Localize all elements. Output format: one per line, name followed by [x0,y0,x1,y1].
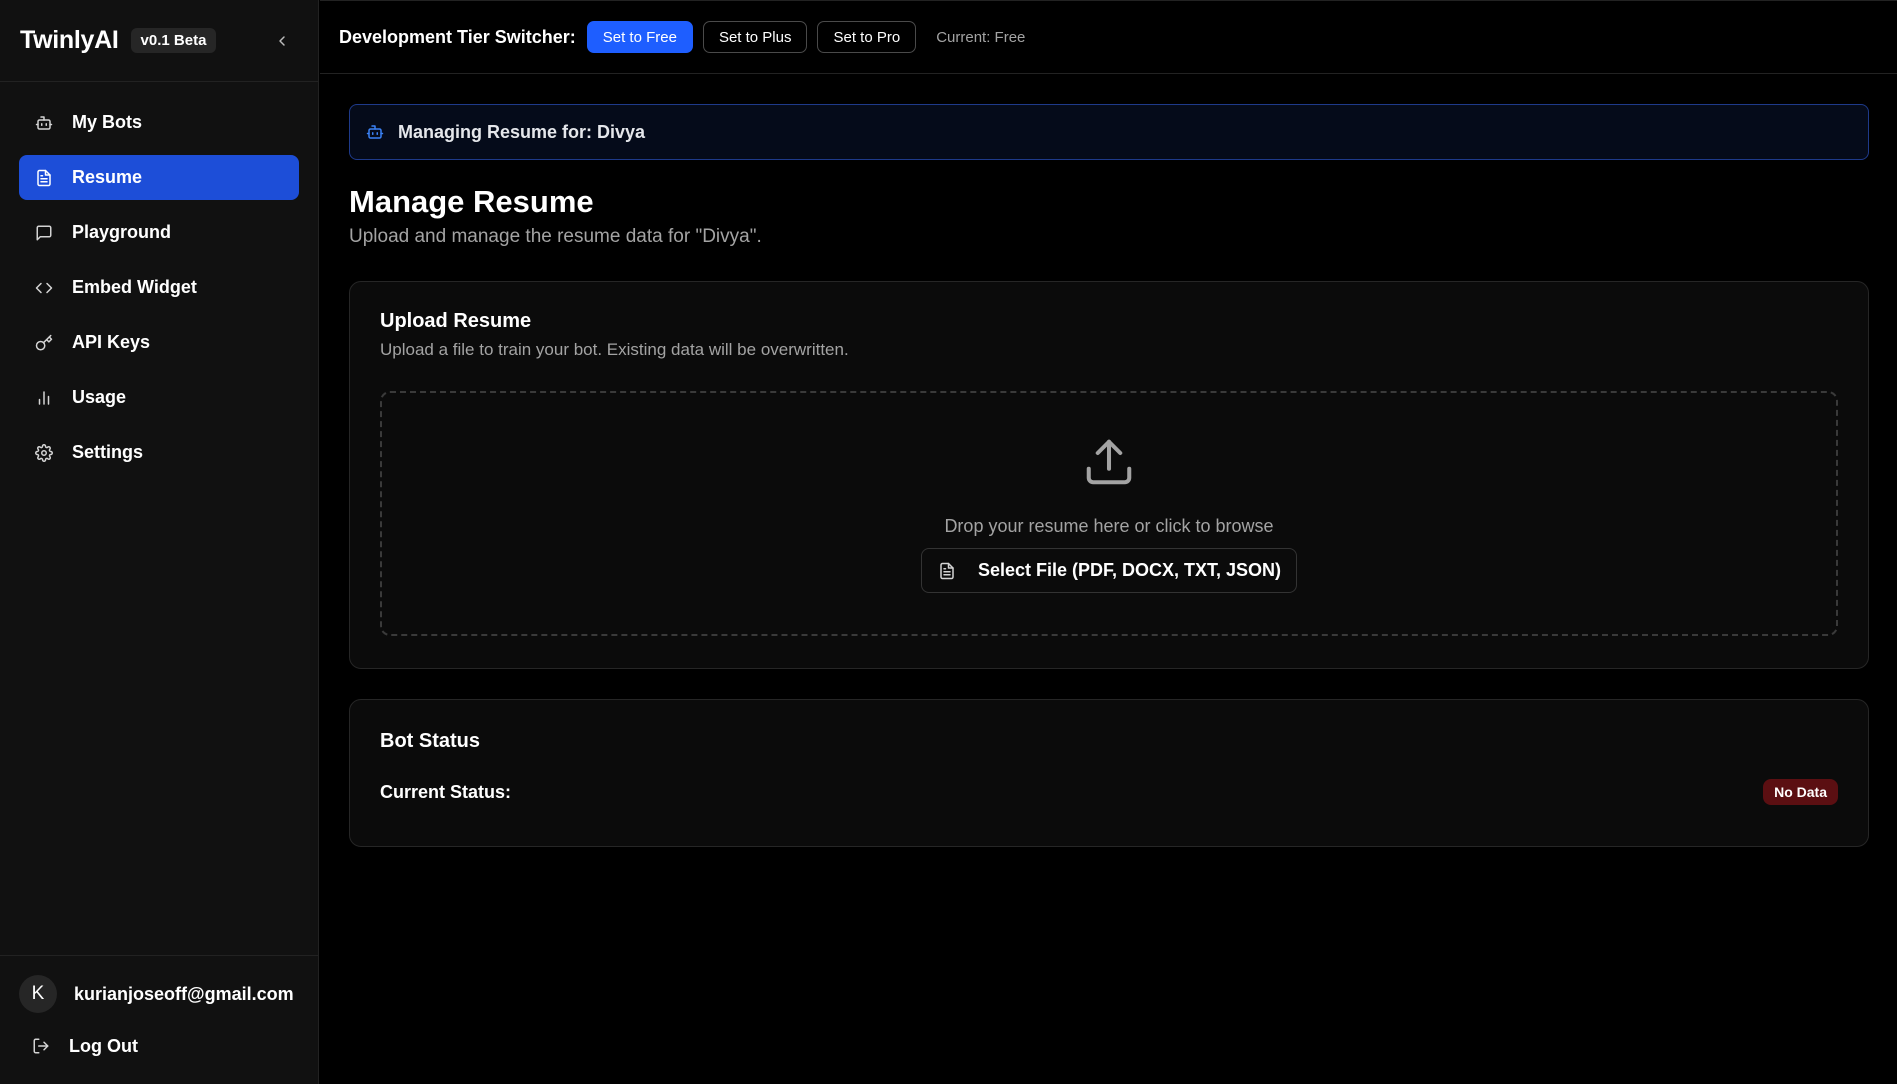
sidebar-item-usage[interactable]: Usage [19,375,299,420]
page-subtitle: Upload and manage the resume data for "D… [349,226,762,247]
bot-icon [34,113,54,133]
page-title: Manage Resume [349,184,594,219]
set-to-plus-button[interactable]: Set to Plus [702,21,808,53]
sidebar-item-label: Embed Widget [72,277,197,297]
bot-status-card: Bot Status Current Status: No Data [349,699,1869,847]
file-text-icon [938,562,956,580]
brand-header: TwinlyAI v0.1 Beta [0,0,318,82]
set-to-free-button[interactable]: Set to Free [586,21,693,53]
logout-button[interactable]: Log Out [19,1024,299,1068]
file-text-icon [34,168,54,188]
sidebar-item-label: My Bots [72,112,143,132]
sidebar-item-my-bots[interactable]: My Bots [19,100,299,145]
managing-banner: Managing Resume for: Divya [349,104,1869,160]
code-icon [34,278,54,298]
sidebar-item-label: Playground [72,222,172,242]
select-file-button[interactable]: Select File (PDF, DOCX, TXT, JSON) [920,548,1298,593]
user-profile[interactable]: K kurianjoseoff@gmail.com [19,974,299,1014]
status-row: Current Status: No Data [380,779,1838,805]
upload-resume-card: Upload Resume Upload a file to train you… [349,281,1869,669]
current-status-label: Current Status: [380,781,512,802]
sidebar-footer: K kurianjoseoff@gmail.com Log Out [0,955,318,1084]
brand-title: TwinlyAI [20,26,119,54]
collapse-sidebar-button[interactable] [266,25,298,57]
sidebar-nav: My Bots Resume Playground Embed Widget A… [0,82,318,475]
tier-switcher-label: Development Tier Switcher: [339,26,576,47]
sidebar-item-settings[interactable]: Settings [19,430,299,475]
avatar: K [19,975,57,1013]
sidebar-item-resume[interactable]: Resume [19,155,299,200]
upload-card-subtitle: Upload a file to train your bot. Existin… [380,340,849,359]
sidebar-item-api-keys[interactable]: API Keys [19,320,299,365]
select-file-label: Select File (PDF, DOCX, TXT, JSON) [977,560,1282,580]
upload-icon [1082,435,1136,494]
message-square-icon [34,223,54,243]
sidebar-item-label: Usage [72,387,127,407]
main-content: Managing Resume for: Divya Manage Resume… [349,104,1869,847]
chevron-left-icon [279,35,285,46]
sidebar-item-label: Settings [72,442,144,462]
dropzone-text: Drop your resume here or click to browse [944,516,1274,536]
logout-label: Log Out [69,1035,138,1056]
sidebar-item-playground[interactable]: Playground [19,210,299,255]
user-email: kurianjoseoff@gmail.com [74,983,294,1004]
gear-icon [34,443,54,463]
sidebar-item-embed-widget[interactable]: Embed Widget [19,265,299,310]
current-tier-text: Current: Free [936,28,1026,46]
sidebar: TwinlyAI v0.1 Beta My Bots Resume Playgr… [0,0,319,1084]
bot-status-title: Bot Status [380,730,480,752]
managing-banner-text: Managing Resume for: Divya [398,121,646,142]
resume-dropzone[interactable]: Drop your resume here or click to browse… [380,391,1838,636]
set-to-pro-button[interactable]: Set to Pro [817,21,917,53]
tier-switcher-bar: Development Tier Switcher: Set to Free S… [320,0,1897,74]
version-badge: v0.1 Beta [130,28,217,53]
sidebar-item-label: API Keys [72,332,151,352]
upload-card-title: Upload Resume [380,310,532,332]
sidebar-item-label: Resume [72,167,143,187]
status-badge: No Data [1763,779,1838,805]
log-out-icon [32,1036,52,1056]
bot-icon [366,123,386,141]
key-icon [34,333,54,353]
bar-chart-icon [34,388,54,408]
